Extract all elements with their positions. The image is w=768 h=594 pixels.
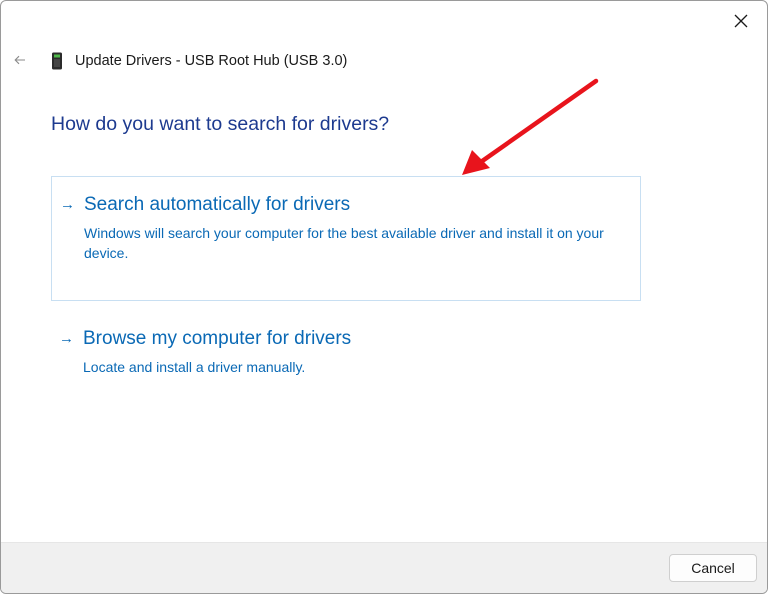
arrow-right-icon: → bbox=[60, 196, 75, 213]
search-automatically-option[interactable]: → Search automatically for drivers Windo… bbox=[51, 176, 641, 301]
option-description: Windows will search your computer for th… bbox=[84, 225, 604, 261]
option-title: Search automatically for drivers bbox=[84, 194, 351, 215]
usb-device-icon bbox=[49, 51, 65, 71]
dialog-title-row: Update Drivers - USB Root Hub (USB 3.0) bbox=[49, 49, 347, 73]
option-description: Locate and install a driver manually. bbox=[83, 359, 306, 375]
option-title: Browse my computer for drivers bbox=[83, 328, 352, 349]
back-arrow-icon bbox=[14, 55, 25, 65]
dialog-title: Update Drivers - USB Root Hub (USB 3.0) bbox=[75, 53, 348, 69]
browse-computer-option[interactable]: → Browse my computer for drivers Locate … bbox=[51, 313, 641, 393]
cancel-button[interactable]: Cancel bbox=[669, 554, 757, 582]
close-icon bbox=[734, 14, 748, 28]
dialog-footer: Cancel bbox=[1, 542, 767, 593]
page-heading: How do you want to search for drivers? bbox=[51, 113, 390, 135]
close-button[interactable] bbox=[721, 5, 761, 37]
arrow-right-icon: → bbox=[59, 330, 74, 347]
update-drivers-dialog: Update Drivers - USB Root Hub (USB 3.0) … bbox=[0, 0, 768, 594]
back-button[interactable] bbox=[9, 49, 31, 71]
